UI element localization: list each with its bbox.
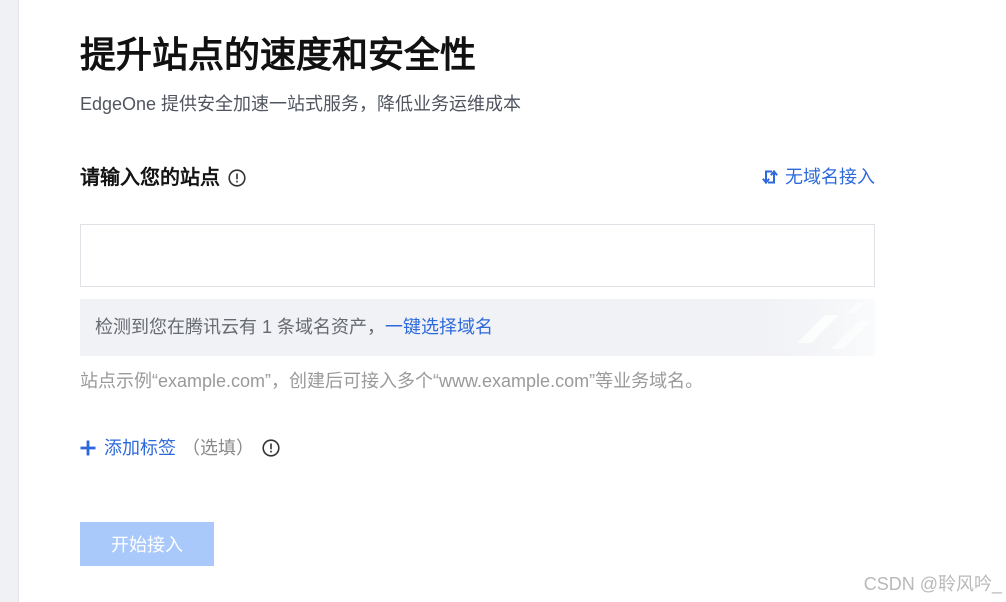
no-domain-link-label: 无域名接入 — [785, 167, 875, 187]
helper-text: 站点示例“example.com”，创建后可接入多个“www.example.c… — [80, 371, 704, 391]
info-circle-icon[interactable] — [228, 169, 246, 187]
asset-hint: 检测到您在腾讯云有 1 条域名资产，一键选择域名 — [80, 299, 875, 356]
start-button[interactable]: 开始接入 — [80, 522, 214, 566]
swap-icon — [762, 168, 778, 186]
add-tag-button[interactable]: 添加标签 — [80, 436, 176, 460]
tag-row: 添加标签 （选填） — [80, 436, 280, 460]
watermark: CSDN @聆风吟_ — [863, 574, 1002, 594]
tag-info-icon[interactable] — [262, 439, 280, 457]
page-subtitle: EdgeOne 提供安全加速一站式服务，降低业务运维成本 — [80, 94, 522, 114]
site-input[interactable] — [80, 224, 875, 287]
sidebar-edge — [0, 0, 19, 602]
asset-hint-text: 检测到您在腾讯云有 1 条域名资产， — [95, 317, 386, 337]
plus-icon — [80, 440, 96, 456]
add-tag-label: 添加标签 — [104, 438, 176, 458]
page-title: 提升站点的速度和安全性 — [80, 34, 477, 75]
no-domain-link[interactable]: 无域名接入 — [762, 165, 875, 189]
site-label: 请输入您的站点 — [80, 167, 220, 189]
site-label-row: 请输入您的站点 — [80, 164, 246, 192]
tag-optional-label: （选填） — [182, 438, 254, 458]
hint-decoration — [735, 299, 875, 356]
select-domain-link[interactable]: 一键选择域名 — [385, 317, 493, 337]
